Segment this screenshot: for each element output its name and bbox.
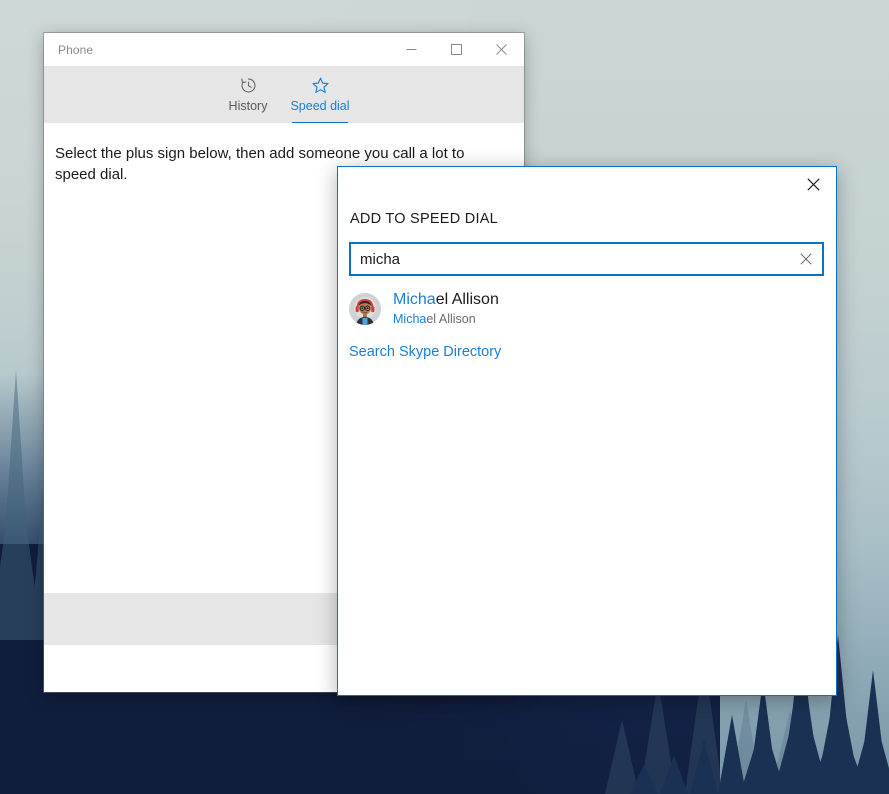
search-skype-directory-link[interactable]: Search Skype Directory — [338, 334, 501, 360]
history-icon — [239, 75, 258, 95]
phone-tab-strip: History Speed dial — [44, 66, 524, 124]
window-controls — [389, 33, 524, 66]
tab-speed-dial-label: Speed dial — [290, 99, 350, 113]
contact-text: Michael Allison Michael Allison — [393, 291, 499, 328]
contact-subtitle-rest: el Allison — [426, 312, 476, 327]
star-icon — [311, 75, 330, 95]
dialog-heading: ADD TO SPEED DIAL — [350, 211, 498, 227]
tab-history[interactable]: History — [212, 71, 284, 119]
avatar — [349, 293, 381, 325]
maximize-button[interactable] — [434, 33, 479, 66]
dialog-close-button[interactable] — [798, 170, 828, 198]
search-results-list: Michael Allison Michael Allison — [338, 284, 836, 334]
contact-subtitle-match: Micha — [393, 312, 427, 327]
phone-titlebar[interactable]: Phone — [44, 33, 524, 66]
close-button[interactable] — [479, 33, 524, 66]
add-to-speed-dial-dialog: ADD TO SPEED DIAL micha Michael Allison … — [337, 166, 837, 696]
search-input[interactable] — [351, 250, 792, 268]
dialog-header — [338, 167, 836, 201]
tab-history-label: History — [228, 99, 268, 113]
contact-name: Michael Allison — [393, 291, 499, 309]
list-item[interactable]: Michael Allison Michael Allison — [338, 284, 836, 334]
minimize-button[interactable] — [389, 33, 434, 66]
contact-subtitle: Michael Allison — [393, 311, 499, 327]
search-field-wrapper[interactable] — [349, 242, 824, 276]
tab-speed-dial[interactable]: Speed dial — [284, 71, 356, 124]
contact-name-rest: el Allison — [435, 290, 499, 308]
window-title: Phone — [58, 42, 94, 57]
contact-name-match: Micha — [393, 290, 436, 308]
clear-search-icon[interactable] — [792, 244, 820, 274]
